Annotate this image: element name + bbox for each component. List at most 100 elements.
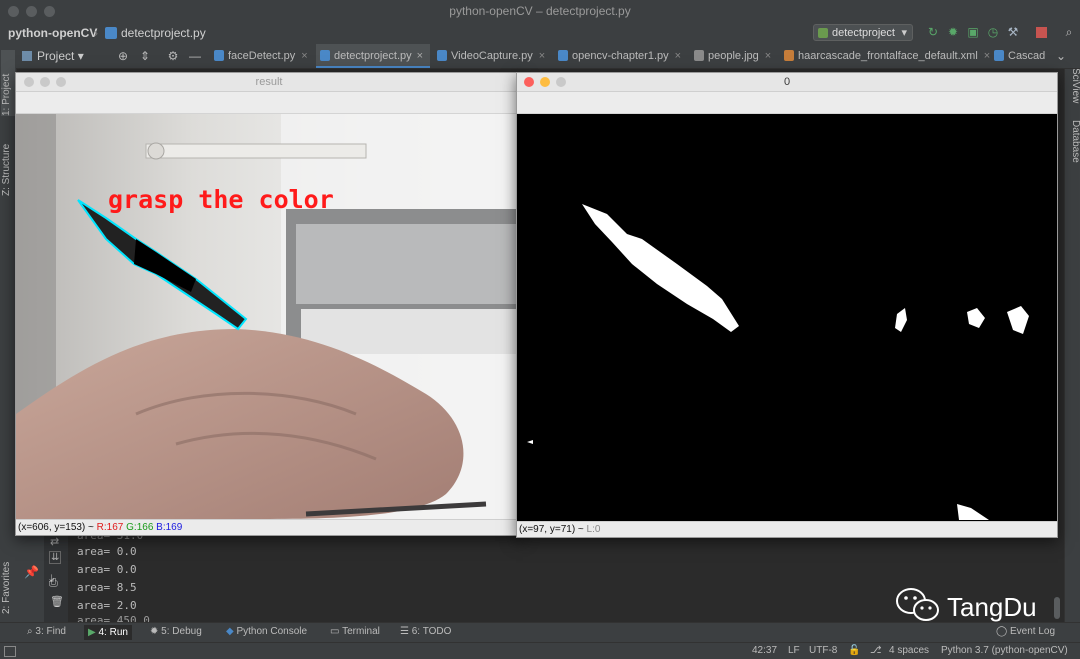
print-icon[interactable]: ⎙ (49, 577, 58, 590)
list-icon: ☰ (400, 626, 409, 637)
tab-label: haarcascade_frontalface_default.xml (798, 50, 978, 62)
navigation-bar: python-openCV › detectproject.py detectp… (0, 22, 1080, 45)
panel-toggle-icon[interactable] (4, 646, 16, 657)
result-window-titlebar[interactable]: result (16, 73, 522, 92)
close-icon[interactable]: × (417, 50, 423, 62)
python-file-icon (994, 50, 1004, 61)
lock-icon[interactable]: 🔓 (848, 645, 860, 656)
console-line: area= 0.0 (77, 545, 137, 558)
chevron-down-icon[interactable]: ⌄ (1054, 49, 1068, 63)
python-interpreter[interactable]: Python 3.7 (python-openCV) (941, 645, 1068, 656)
zoom-window-button[interactable] (56, 77, 66, 87)
cursor-position[interactable]: 42:37 (752, 645, 777, 656)
tool-window-terminal[interactable]: ▭ Terminal (330, 626, 380, 637)
zoom-window-button[interactable] (556, 77, 566, 87)
app-title: python-openCV – detectproject.py (449, 4, 631, 18)
run-configuration-select[interactable]: detectproject ▾ (813, 24, 913, 41)
minimize-window-button[interactable] (40, 77, 50, 87)
python-icon: ◆ (226, 626, 234, 637)
python-file-icon (320, 50, 330, 61)
close-icon[interactable]: × (765, 50, 771, 62)
close-window-button[interactable] (24, 77, 34, 87)
tool-window-run[interactable]: ▶ 4: Run (84, 625, 132, 640)
tool-window-sciview[interactable]: SciView (1067, 68, 1080, 114)
minimize-window-button[interactable] (540, 77, 550, 87)
python-file-icon (437, 50, 447, 61)
xml-file-icon (784, 50, 794, 61)
console-line: area= 8.5 (77, 581, 137, 594)
tool-window-todo[interactable]: ☰ 6: TODO (400, 626, 451, 637)
cursor-coords: (x=97, y=71) ~ (519, 524, 584, 535)
mask-window-toolbar (517, 92, 1057, 114)
pixel-red-value: R:167 (96, 522, 124, 533)
tool-window-debug[interactable]: ✹ 5: Debug (150, 626, 202, 637)
project-view-select[interactable]: Project ▾ (22, 44, 84, 68)
wechat-logo-icon (896, 588, 939, 621)
tool-window-structure[interactable]: Z: Structure (1, 126, 15, 196)
tool-window-favorites[interactable]: 2: Favorites (1, 544, 15, 614)
tool-window-database[interactable]: Database (1067, 120, 1080, 180)
mask-window-status: (x=97, y=71) ~ L:0 (517, 521, 1057, 537)
run-toolbar: 📌 (16, 535, 44, 622)
build-icon[interactable]: ⚒ (1006, 25, 1020, 39)
close-icon[interactable]: × (301, 50, 307, 62)
opencv-result-window[interactable]: result grasp the color (x=606, y=153) ~ … (15, 72, 523, 536)
locate-icon[interactable]: ⊕ (116, 49, 130, 63)
pin-icon[interactable]: 📌 (24, 565, 39, 579)
gear-icon[interactable]: ⚙ (166, 49, 180, 63)
tool-window-find[interactable]: ⌕ 3: Find (27, 626, 66, 637)
terminal-label: Terminal (342, 626, 380, 637)
console-line: area= 2.0 (77, 599, 137, 612)
watermark-text: TangDu (947, 592, 1037, 622)
coverage-icon[interactable]: ▣ (966, 25, 980, 39)
tab-label: opencv-chapter1.py (572, 50, 669, 62)
line-separator[interactable]: LF (788, 645, 800, 656)
tab-label: faceDetect.py (228, 50, 296, 62)
tab-detectproject[interactable]: detectproject.py × (316, 44, 430, 68)
project-folder-icon (22, 51, 32, 61)
stop-icon[interactable] (1036, 27, 1047, 38)
tab-faceDetect[interactable]: faceDetect.py × (210, 44, 314, 68)
chevron-down-icon: ▾ (901, 27, 907, 39)
camera-frame-image: grasp the color (16, 114, 522, 519)
tool-window-python-console[interactable]: ◆ Python Console (226, 626, 307, 637)
soft-wrap-icon[interactable]: ⇊ (49, 551, 62, 564)
search-icon[interactable]: ⌕ (1062, 25, 1076, 39)
file-encoding[interactable]: UTF-8 (809, 645, 837, 656)
indent-setting[interactable]: 4 spaces (889, 645, 929, 656)
breadcrumb-file[interactable]: detectproject.py (121, 26, 206, 40)
pixel-green-value: G:166 (126, 522, 154, 533)
tool-window-bar: ⌕ 3: Find ▶ 4: Run ✹ 5: Debug ◆ Python C… (0, 622, 1080, 643)
tab-cascade[interactable]: Cascad (990, 44, 1050, 68)
close-icon[interactable]: × (675, 50, 681, 62)
console-scrollbar[interactable] (1054, 597, 1060, 619)
trash-icon[interactable]: 🗑 (50, 595, 64, 608)
hide-icon[interactable]: — (188, 49, 202, 63)
debug-icon[interactable]: ✹ (946, 25, 960, 39)
console-line-partial: area= 450.0 (77, 614, 150, 622)
tool-window-project[interactable]: 1: Project (1, 50, 15, 116)
tab-opencv-chapter1[interactable]: opencv-chapter1.py × (554, 44, 688, 68)
mask-window-titlebar[interactable]: 0 (517, 73, 1057, 92)
collapse-icon[interactable]: ⇕ (138, 49, 152, 63)
breadcrumb-project[interactable]: python-openCV (8, 26, 97, 40)
run-label: 4: Run (98, 627, 128, 638)
result-window-title: result (255, 76, 283, 88)
pixel-blue-value: B:169 (156, 522, 183, 533)
python-file-icon (105, 27, 117, 39)
tab-VideoCapture[interactable]: VideoCapture.py × (433, 44, 551, 68)
rerun-icon[interactable]: ⇄ (50, 535, 59, 548)
tool-window-event-log[interactable]: ◯ Event Log (996, 626, 1055, 637)
profile-icon[interactable]: ◷ (986, 25, 1000, 39)
todo-label: 6: TODO (411, 626, 452, 637)
close-icon[interactable]: × (539, 50, 545, 62)
image-file-icon (694, 50, 704, 61)
run-icon: ▶ (88, 627, 96, 638)
rerun-icon[interactable]: ↻ (926, 25, 940, 39)
opencv-mask-window[interactable]: 0 (x=97, y=71) ~ L:0 (516, 72, 1058, 538)
result-window-status: (x=606, y=153) ~ R:167 G:166 B:169 (16, 519, 522, 535)
close-window-button[interactable] (524, 77, 534, 87)
tab-people-jpg[interactable]: people.jpg × (690, 44, 778, 68)
tab-label: detectproject.py (334, 50, 412, 62)
tab-haarcascade[interactable]: haarcascade_frontalface_default.xml × (780, 44, 990, 68)
